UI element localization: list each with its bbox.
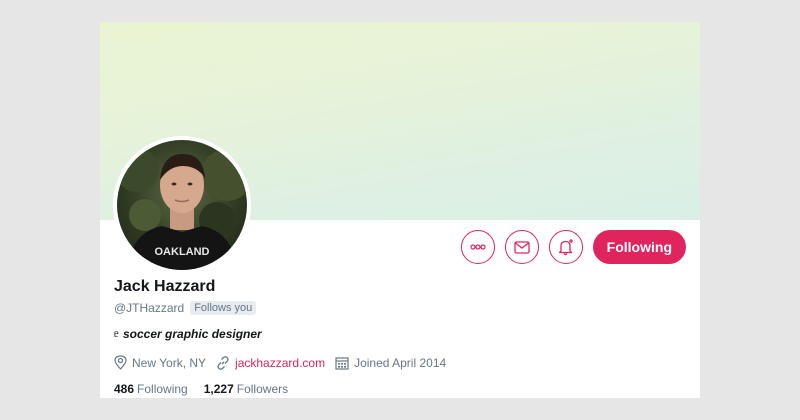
website-item: jackhazzard.com [216, 356, 325, 370]
profile-name: Jack Hazzard [114, 278, 216, 295]
location-text: New York, NY [132, 355, 207, 370]
avatar-image: OAKLAND [117, 140, 247, 270]
envelope-icon [514, 240, 530, 254]
profile-handle: @JTHazzard [114, 301, 185, 315]
link-icon [217, 355, 229, 370]
following-label: Following [137, 382, 188, 396]
avatar-shirt-text: OAKLAND [155, 246, 210, 258]
profile-card: OAKLAND Following Jack Hazzard @JTHazzar… [100, 22, 700, 398]
message-button[interactable] [504, 230, 539, 264]
following-count: 486 [114, 382, 135, 396]
joined-item: Joined April 2014 [335, 356, 446, 370]
following-button[interactable]: Following [592, 230, 686, 264]
profile-bio: ᥱ soccer graphic designer [114, 327, 684, 341]
location-pin-icon [114, 355, 127, 370]
joined-text: Joined April 2014 [354, 355, 447, 370]
profile-actions: Following [460, 230, 686, 264]
calendar-icon [335, 356, 349, 370]
more-button[interactable] [460, 230, 495, 264]
avatar[interactable]: OAKLAND [113, 136, 251, 274]
website-link[interactable]: jackhazzard.com [235, 356, 325, 370]
profile-meta: New York, NY jackhazzard.com Joined Apri… [114, 355, 684, 370]
bell-plus-icon [558, 239, 573, 256]
bio-glyph: ᥱ [114, 328, 119, 340]
handle-row: @JTHazzard Follows you [114, 301, 684, 315]
following-stat[interactable]: 486 Following [114, 382, 188, 396]
follows-you-badge: Follows you [190, 301, 257, 315]
followers-label: Followers [236, 382, 289, 396]
location-item: New York, NY [114, 355, 206, 370]
more-icon [470, 244, 486, 250]
profile-info: Jack Hazzard @JTHazzard Follows you ᥱ so… [114, 278, 684, 396]
notifications-button[interactable] [548, 230, 583, 264]
profile-stats: 486 Following 1,227 Followers [114, 382, 684, 396]
bio-text: soccer graphic designer [123, 327, 262, 341]
followers-count: 1,227 [203, 382, 234, 396]
followers-stat[interactable]: 1,227 Followers [204, 382, 288, 396]
